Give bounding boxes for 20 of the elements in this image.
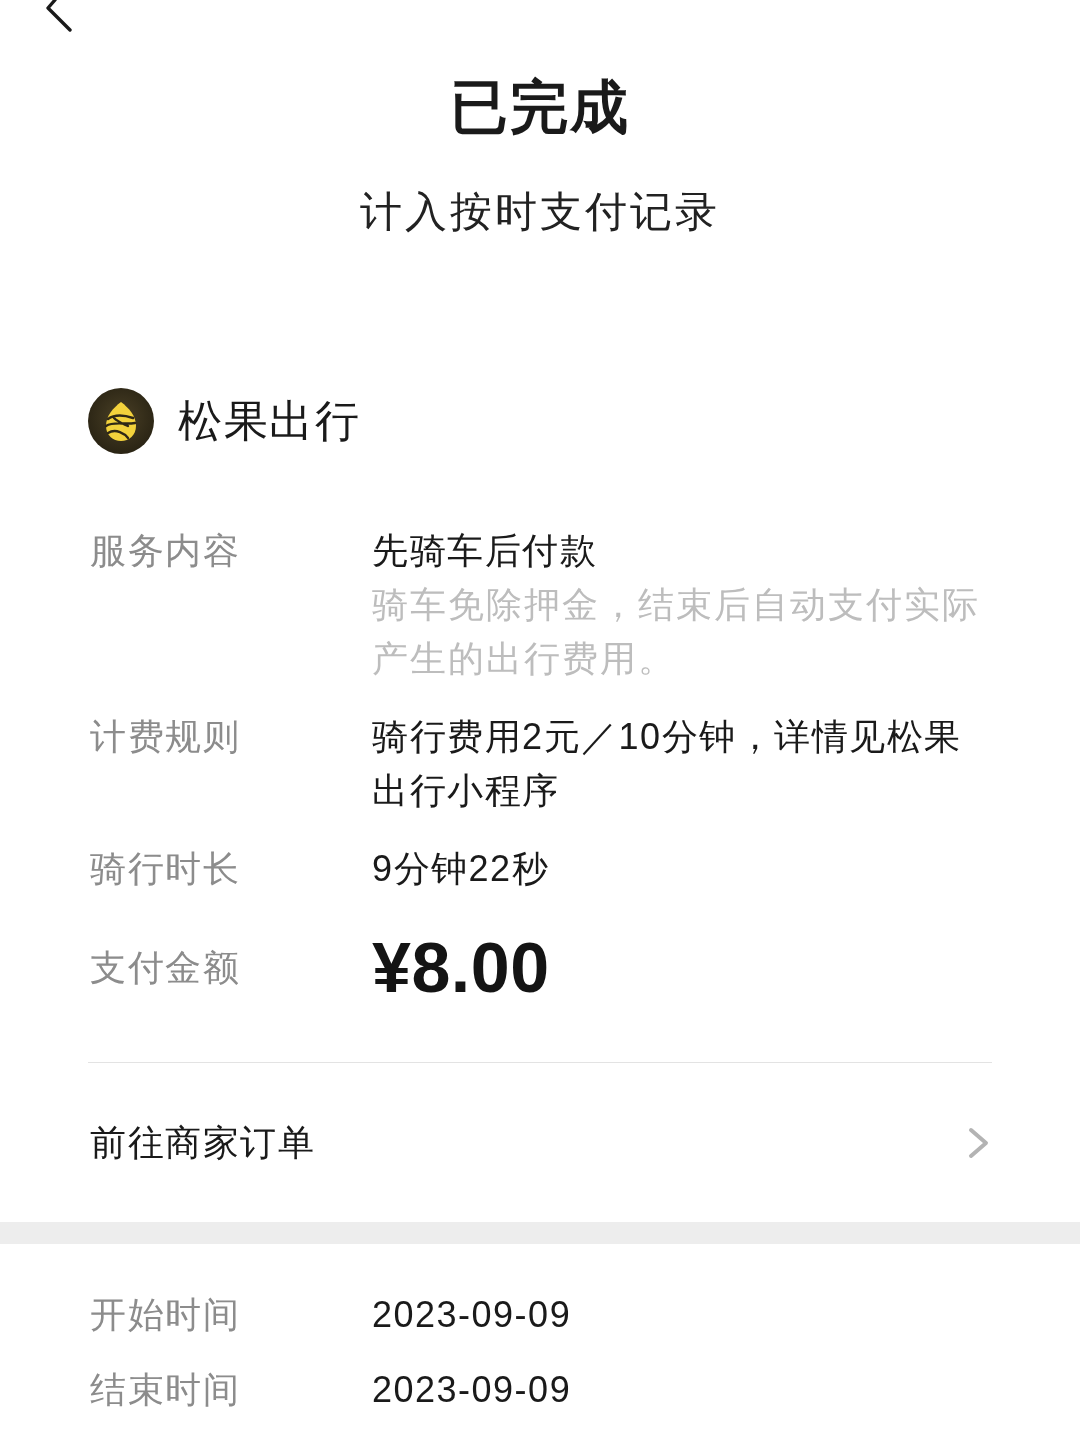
chevron-right-icon <box>968 1126 990 1159</box>
status-subtitle: 计入按时支付记录 <box>360 187 720 237</box>
detail-note: 骑车免除押金，结束后自动支付实际产生的出行费用。 <box>372 583 981 681</box>
time-label: 结束时间 <box>90 1368 240 1412</box>
detail-value: 9分钟22秒 <box>372 847 550 891</box>
status-title: 已完成 <box>450 73 630 141</box>
time-label: 开始时间 <box>90 1293 240 1337</box>
detail-label: 计费规则 <box>90 715 240 759</box>
payment-amount: ¥8.00 <box>372 928 550 1008</box>
detail-label: 骑行时长 <box>90 847 240 891</box>
detail-value: 先骑车后付款 <box>372 529 597 573</box>
merchant-order-link[interactable]: 前往商家订单 <box>0 1063 1080 1222</box>
time-value: 2023-09-09 <box>372 1368 572 1412</box>
merchant-name: 松果出行 <box>178 395 360 447</box>
detail-value: 骑行费用2元／10分钟，详情见松果出行小程序 <box>372 715 963 813</box>
detail-label: 服务内容 <box>90 529 240 573</box>
pinecone-logo-icon <box>88 388 154 454</box>
detail-label: 支付金额 <box>90 946 240 990</box>
back-icon[interactable] <box>46 0 74 32</box>
time-value: 2023-09-09 <box>372 1293 572 1337</box>
